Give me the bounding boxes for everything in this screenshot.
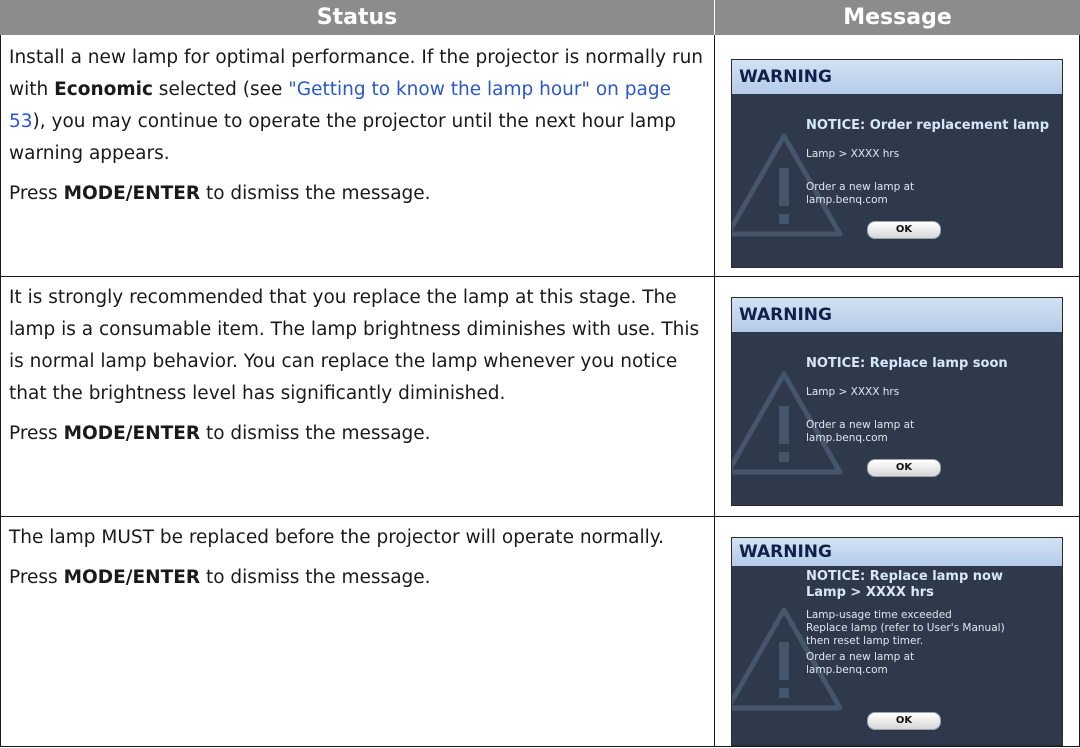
dialog-order-line: Order a new lamp at xyxy=(806,181,915,193)
row-divider-1 xyxy=(0,276,1080,277)
header-status: Status xyxy=(0,0,714,35)
status-text-part: selected (see xyxy=(152,79,289,100)
status-cell-replace-now: The lamp MUST be replaced before the pro… xyxy=(9,522,709,594)
lamp-message-table: Status Message Install a new lamp for op… xyxy=(0,0,1080,747)
dismiss-instruction: Press MODE/ENTER to dismiss the message. xyxy=(9,178,709,210)
status-cell-replace-soon: It is strongly recommended that you repl… xyxy=(9,282,709,450)
dialog-order-url: lamp.benq.com xyxy=(806,194,888,206)
mode-enter-key-label: MODE/ENTER xyxy=(63,423,201,444)
mode-enter-key-label: MODE/ENTER xyxy=(63,567,201,588)
dismiss-text-part: Press xyxy=(9,567,64,588)
dialog-lamp-hours: Lamp > XXXX hrs xyxy=(806,386,900,398)
header-message: Message xyxy=(715,0,1080,35)
dialog-body: NOTICE: Replace lamp soon Lamp > XXXX hr… xyxy=(806,356,1058,445)
table-bottom-border xyxy=(0,746,1080,747)
dialog-notice: NOTICE: Order replacement lamp xyxy=(806,118,1050,133)
dialog-body: NOTICE: Order replacement lamp Lamp > XX… xyxy=(806,118,1058,207)
mode-enter-key-label: MODE/ENTER xyxy=(63,183,201,204)
dismiss-text-part: to dismiss the message. xyxy=(200,183,431,204)
status-text-part: ), you may continue to operate the proje… xyxy=(9,111,676,164)
dialog-order-url: lamp.benq.com xyxy=(806,664,888,676)
dismiss-text-part: Press xyxy=(9,183,64,204)
dialog-lamp-hours: Lamp > XXXX hrs xyxy=(806,148,900,160)
dismiss-text-part: Press xyxy=(9,423,64,444)
warning-dialog-order-lamp: WARNING NOTICE: Order replacement lamp L… xyxy=(731,59,1063,268)
row-divider-2 xyxy=(0,516,1080,517)
dialog-body: NOTICE: Replace lamp now Lamp > XXXX hrs… xyxy=(806,569,1058,677)
dialog-ok-button[interactable]: OK xyxy=(867,712,941,730)
table-column-divider xyxy=(714,35,715,747)
status-text: Install a new lamp for optimal performan… xyxy=(9,42,709,170)
economic-mode-label: Economic xyxy=(54,79,153,100)
dialog-title: WARNING xyxy=(732,298,1062,332)
dialog-ok-button[interactable]: OK xyxy=(867,459,941,477)
dialog-lamp-hours: Lamp > XXXX hrs xyxy=(806,585,934,600)
warning-dialog-replace-soon: WARNING NOTICE: Replace lamp soon Lamp >… xyxy=(731,297,1063,506)
dialog-order-line: Order a new lamp at xyxy=(806,651,915,663)
status-text: It is strongly recommended that you repl… xyxy=(9,287,700,404)
dialog-ok-button[interactable]: OK xyxy=(867,221,941,239)
dismiss-text-part: to dismiss the message. xyxy=(200,567,431,588)
status-cell-order-lamp: Install a new lamp for optimal performan… xyxy=(9,42,709,210)
dialog-order-line: Order a new lamp at xyxy=(806,419,915,431)
dismiss-instruction: Press MODE/ENTER to dismiss the message. xyxy=(9,418,709,450)
dialog-detail-line: Replace lamp (refer to User's Manual) xyxy=(806,622,1005,634)
dismiss-text-part: to dismiss the message. xyxy=(200,423,431,444)
dismiss-instruction: Press MODE/ENTER to dismiss the message. xyxy=(9,562,709,594)
status-text: The lamp MUST be replaced before the pro… xyxy=(9,527,664,548)
dialog-detail-line: Lamp-usage time exceeded xyxy=(806,609,952,621)
dialog-title: WARNING xyxy=(732,60,1062,94)
dialog-detail-line: then reset lamp timer. xyxy=(806,635,924,647)
warning-dialog-replace-now: WARNING NOTICE: Replace lamp now Lamp > … xyxy=(731,537,1063,746)
dialog-title: WARNING xyxy=(732,538,1062,566)
dialog-notice: NOTICE: Replace lamp now xyxy=(806,569,1003,584)
table-left-border xyxy=(0,35,1,747)
dialog-order-url: lamp.benq.com xyxy=(806,432,888,444)
dialog-notice: NOTICE: Replace lamp soon xyxy=(806,356,1008,371)
